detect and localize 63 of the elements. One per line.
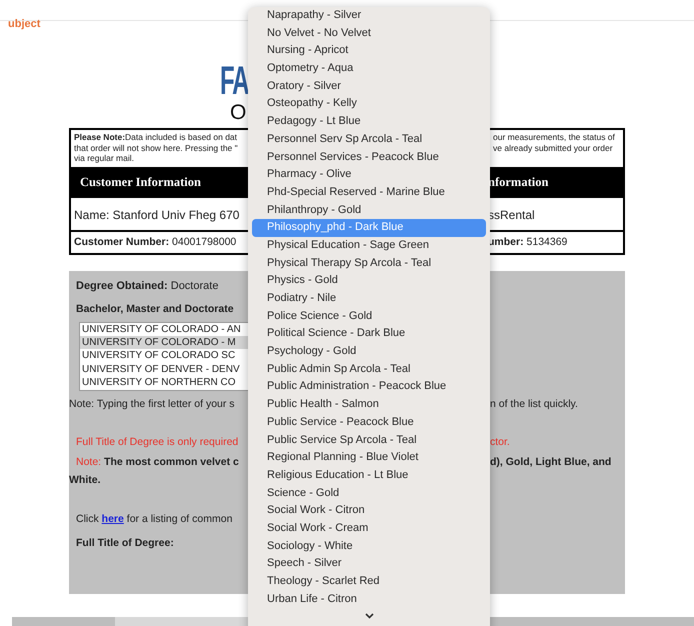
menu-item[interactable]: Physical Education - Sage Green: [252, 236, 486, 255]
listing-text: Click here for a listing of common: [75, 512, 232, 524]
here-link[interactable]: here: [102, 512, 124, 524]
velvet-note: Note: The most common velvet c: [75, 456, 240, 468]
menu-item[interactable]: Regional Planning - Blue Violet: [252, 449, 486, 467]
list-label: Bachelor, Master and Doctorate: [76, 302, 234, 316]
menu-item[interactable]: Philanthropy - Gold: [252, 202, 486, 220]
menu-item[interactable]: Public Service - Peacock Blue: [252, 414, 486, 432]
note-text: our measurements, the status of: [493, 132, 616, 142]
hint-text: n of the list quickly.: [490, 398, 579, 410]
menu-item[interactable]: No Velvet - No Velvet: [252, 24, 486, 42]
note-text: via regular mail.: [74, 153, 135, 164]
logo-text: FA: [220, 61, 248, 101]
warning-text: Full Title of Degree is only required: [75, 436, 240, 448]
menu-item[interactable]: Personnel Serv Sp Arcola - Teal: [252, 130, 486, 148]
menu-item[interactable]: Public Health - Salmon: [252, 396, 486, 414]
warning-text: ctor.: [490, 436, 511, 448]
menu-item[interactable]: Nursing - Apricot: [252, 42, 486, 60]
menu-item[interactable]: Social Work - Cream: [252, 520, 486, 538]
menu-item[interactable]: Public Administration - Peacock Blue: [252, 378, 486, 396]
menu-item[interactable]: Pedagogy - Lt Blue: [252, 113, 486, 131]
field-label: Full Title of Degree:: [75, 536, 174, 548]
degree-text: Degree Obtained: Doctorate: [76, 280, 218, 292]
menu-item[interactable]: Personnel Services - Peacock Blue: [252, 148, 486, 166]
customer-name: Name: Stanford Univ Fheg 670: [74, 208, 240, 222]
menu-item[interactable]: Phd-Special Reserved - Marine Blue: [252, 184, 486, 202]
velvet-note: d), Gold, Light Blue, and: [490, 456, 612, 468]
section-heading: Customer Information: [80, 175, 201, 189]
menu-item[interactable]: Science - Gold: [252, 484, 486, 502]
menu-item[interactable]: Police Science - Gold: [252, 308, 486, 326]
note-text: that order will not show here. Pressing the ": [74, 142, 239, 153]
menu-item[interactable]: Oratory - Silver: [252, 78, 486, 96]
school-option[interactable]: UNIVERSITY OF COLORADO SC: [80, 349, 248, 363]
school-option[interactable]: UNIVERSITY OF COLORADO - M: [80, 336, 248, 350]
menu-item[interactable]: Naprapathy - Silver: [252, 7, 486, 25]
menu-item[interactable]: Osteopathy - Kelly: [252, 95, 486, 114]
note-text: Please Note:Data included is based on dat: [74, 132, 238, 142]
hint-text: Note: Typing the first letter of your s: [69, 398, 236, 410]
menu-item[interactable]: Sociology - White: [252, 538, 486, 556]
menu-item[interactable]: Public Admin Sp Arcola - Teal: [252, 360, 486, 378]
chevron-down-icon[interactable]: [364, 613, 374, 620]
menu-item[interactable]: Optometry - Aqua: [252, 60, 486, 78]
table-cell: ssRental: [488, 208, 535, 222]
menu-item[interactable]: Physical Therapy Sp Arcola - Teal: [252, 254, 486, 272]
menu-item[interactable]: Religious Education - Lt Blue: [252, 466, 486, 485]
menu-item[interactable]: Physics - Gold: [252, 272, 486, 290]
school-option[interactable]: UNIVERSITY OF NORTHERN CO: [80, 376, 248, 390]
customer-number: Customer Number: 04001798000: [74, 236, 236, 248]
note-text: ve already submitted your order: [493, 142, 614, 153]
menu-item[interactable]: Podiatry - Nile: [252, 290, 486, 308]
menu-item[interactable]: Urban Life - Citron: [252, 590, 486, 608]
school-option[interactable]: UNIVERSITY OF DENVER - DENV: [80, 362, 248, 376]
menu-item[interactable]: Public Service Sp Arcola - Teal: [252, 432, 486, 450]
menu-item[interactable]: Theology - Scarlet Red: [252, 573, 486, 591]
menu-item[interactable]: Psychology - Gold: [252, 343, 486, 361]
menu-item[interactable]: Social Work - Citron: [252, 502, 486, 520]
school-listbox[interactable]: UNIVERSITY OF COLORADO - AN UNIVERSITY OF COLORADO - M UNIVERSITY OF COLORADO SC UNIVERSITY OF DENVER - DENV UNIVERSITY OF NORTHERN CO: [79, 322, 249, 390]
menu-item[interactable]: Pharmacy - Olive: [252, 166, 486, 184]
school-option[interactable]: UNIVERSITY OF COLORADO - AN: [80, 322, 248, 336]
menu-item[interactable]: Political Science - Dark Blue: [252, 325, 486, 344]
velvet-note: White.: [69, 474, 100, 486]
menu-item[interactable]: Speech - Silver: [252, 555, 486, 573]
page-title: O: [230, 101, 246, 124]
